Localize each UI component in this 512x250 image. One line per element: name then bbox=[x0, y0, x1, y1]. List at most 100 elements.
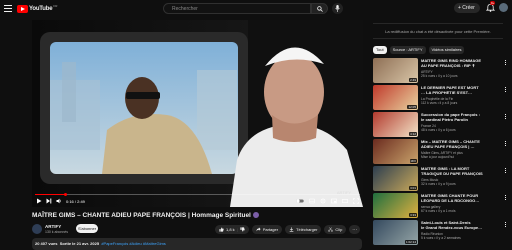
video-duration: 4:12 bbox=[409, 132, 417, 136]
create-button[interactable]: + Créer bbox=[454, 3, 480, 13]
recommendation-item[interactable]: 4:12 Succession du pape François : le card… bbox=[373, 112, 507, 140]
share-icon bbox=[256, 227, 261, 232]
more-options-icon[interactable] bbox=[504, 141, 506, 148]
like-count: 1,8 k bbox=[226, 227, 235, 232]
recommendation-title[interactable]: Mix – MAÎTRE GIMS – CHANTE ADIEU PAPE FRA… bbox=[421, 140, 501, 149]
video-thumbnail[interactable]: 2:49 bbox=[373, 58, 418, 83]
search-input[interactable]: Rechercher bbox=[163, 3, 311, 14]
share-button[interactable]: Partager bbox=[251, 225, 283, 234]
more-options-icon[interactable] bbox=[504, 168, 506, 175]
recommendation-item[interactable]: 2:49 MAÎTRE GIMS RIND HOMMAGE AU PAPE FRAN… bbox=[373, 58, 507, 86]
controls-right bbox=[296, 197, 359, 205]
subtitles-icon[interactable] bbox=[309, 198, 315, 204]
voice-search-button[interactable] bbox=[332, 3, 343, 14]
recommendation-meta: 25 k vues • il y a 10 jours bbox=[421, 74, 458, 78]
miniplayer-icon[interactable] bbox=[331, 198, 337, 204]
recommendation-title[interactable]: MAÎTRE GIMS : LA MORT TRAGIQUE DU PAPE FR… bbox=[421, 167, 501, 176]
recommendation-title-line: LÉOPARD DE LA RDCONGO… bbox=[421, 198, 480, 203]
youtube-play-icon bbox=[17, 4, 28, 13]
recommendation-title[interactable]: LE DERNIER PAPE EST MORT… LA PROPHÉTIE S… bbox=[421, 86, 501, 95]
youtube-logo[interactable]: YouTube FR bbox=[17, 4, 57, 13]
recommendation-title[interactable]: Succession du pape François : le cardinal… bbox=[421, 113, 501, 122]
fullscreen-icon[interactable] bbox=[353, 198, 359, 204]
recommendation-title-line: le Grand Rendez-vous Europe… bbox=[421, 225, 483, 230]
recommendation-meta: 32 k vues • il y a 9 jours bbox=[421, 182, 456, 186]
download-button[interactable]: Télécharger bbox=[285, 225, 322, 234]
more-options-icon[interactable] bbox=[504, 60, 506, 67]
search-icon bbox=[317, 6, 323, 12]
video-duration: 2:49 bbox=[409, 78, 417, 82]
clip-button[interactable]: Clip bbox=[324, 225, 347, 234]
video-duration: 1:02:14 bbox=[404, 240, 417, 244]
video-thumbnail[interactable]: 3:01 bbox=[373, 166, 418, 191]
recommendation-item[interactable]: MIX Mix – MAÎTRE GIMS – CHANTE ADIEU PAPE … bbox=[373, 139, 507, 167]
download-icon bbox=[289, 227, 294, 232]
recommendation-item[interactable]: 1:02:14 Saint-Louis et Saint-Denis le Gran… bbox=[373, 220, 507, 248]
video-thumbnail[interactable]: 1:02:14 bbox=[373, 220, 418, 245]
video-thumbnail[interactable]: 3:33 bbox=[373, 193, 418, 218]
logo-text: YouTube bbox=[29, 5, 53, 12]
chip-source[interactable]: Source : ARTIFY bbox=[389, 46, 426, 54]
description-box[interactable]: 20 407 vues Sortie le 21 avr. 2025 #Pape… bbox=[32, 238, 362, 250]
action-bar: 1,8 k | Partager Télécharger Clip ⋯ bbox=[215, 225, 361, 234]
recommendation-title[interactable]: MAÎTRE GIMS CHANTE POUR LÉOPARD DE LA RDC… bbox=[421, 194, 501, 203]
more-options-icon[interactable] bbox=[504, 114, 506, 121]
search-button[interactable] bbox=[311, 3, 328, 14]
hashtags[interactable]: #PapeFrançois #Adieu #MaîtreGims bbox=[101, 241, 165, 246]
more-options-icon[interactable] bbox=[504, 222, 506, 229]
recommendation-title[interactable]: Saint-Louis et Saint-Denis le Grand Rende… bbox=[421, 221, 501, 230]
chip-all[interactable]: Tout bbox=[373, 46, 387, 54]
recommendation-item[interactable]: 12:05 LE DERNIER PAPE EST MORT… LA PROPHÉ… bbox=[373, 85, 507, 113]
view-count: 20 407 vues bbox=[35, 241, 58, 246]
thumbs-down-icon[interactable] bbox=[240, 227, 245, 232]
channel-name[interactable]: ARTIFY bbox=[45, 224, 61, 229]
volume-icon[interactable] bbox=[56, 198, 62, 204]
microphone-icon bbox=[335, 5, 340, 12]
more-options-icon[interactable] bbox=[504, 195, 506, 202]
more-actions-button[interactable]: ⋯ bbox=[349, 225, 361, 234]
hamburger-menu-icon[interactable] bbox=[3, 3, 13, 13]
thumbs-up-icon bbox=[219, 227, 224, 232]
channel-subscribers: 130 k abonnés bbox=[45, 230, 68, 234]
subscribe-button[interactable]: S'abonner bbox=[76, 224, 98, 233]
more-options-icon[interactable] bbox=[504, 87, 506, 94]
video-thumbnail[interactable]: MIX bbox=[373, 139, 418, 164]
video-thumbnail[interactable]: 4:12 bbox=[373, 112, 418, 137]
recommendation-title[interactable]: MAÎTRE GIMS RIND HOMMAGE AU PAPE FRANÇOIS… bbox=[421, 59, 501, 68]
video-player[interactable]: ARTIFY 0:16 / 2:49 bbox=[32, 20, 363, 207]
theater-mode-icon[interactable] bbox=[342, 198, 348, 204]
progress-bar[interactable] bbox=[35, 193, 360, 196]
progress-fill bbox=[35, 194, 66, 195]
like-button[interactable]: 1,8 k | bbox=[215, 225, 249, 234]
recommendation-meta: 112 k vues • il y a 8 jours bbox=[421, 101, 458, 105]
play-icon[interactable] bbox=[36, 198, 42, 204]
recommendation-item[interactable]: 3:33 MAÎTRE GIMS CHANTE POUR LÉOPARD DE LA… bbox=[373, 193, 507, 221]
download-label: Télécharger bbox=[296, 227, 318, 232]
recommendation-meta: 67 k vues • il y a 1 mois bbox=[421, 209, 456, 213]
emoji-icon bbox=[252, 212, 259, 218]
autoplay-toggle-icon[interactable] bbox=[296, 198, 304, 204]
chip-related[interactable]: Vidéos similaires bbox=[428, 46, 465, 54]
filter-chips: Tout Source : ARTIFY Vidéos similaires bbox=[373, 46, 465, 54]
video-title-text: MAÎTRE GIMS – CHANTE ADIEU PAPE FRANÇOIS… bbox=[32, 212, 251, 219]
user-avatar[interactable] bbox=[499, 3, 508, 12]
chat-replay-notice: La rediffusion du chat a été désactivée … bbox=[373, 23, 503, 39]
top-bar: YouTube FR Rechercher + Créer 9+ bbox=[0, 0, 512, 17]
settings-gear-icon[interactable] bbox=[320, 198, 326, 204]
recommendation-meta: Mise à jour aujourd'hui bbox=[421, 155, 455, 159]
clip-label: Clip bbox=[335, 227, 343, 232]
recommendation-title-line: ADIEU PAPE FRANÇOIS | … bbox=[421, 144, 475, 149]
recommendation-title-line: … LA PROPHÉTIE S'EST… bbox=[421, 90, 473, 95]
time-display: 0:16 / 2:49 bbox=[66, 198, 85, 204]
recommendation-title-line: AU PAPE FRANÇOIS : RIP ✝ bbox=[421, 63, 476, 68]
video-duration: 12:05 bbox=[407, 105, 417, 109]
logo-country: FR bbox=[53, 4, 58, 8]
controls-left: 0:16 / 2:49 bbox=[36, 197, 85, 205]
scissors-icon bbox=[328, 227, 334, 232]
video-thumbnail[interactable]: 12:05 bbox=[373, 85, 418, 110]
channel-avatar[interactable] bbox=[32, 224, 42, 234]
recommendation-meta: 48 k vues • il y a 6 jours bbox=[421, 128, 456, 132]
next-icon[interactable] bbox=[46, 198, 52, 204]
video-title: MAÎTRE GIMS – CHANTE ADIEU PAPE FRANÇOIS… bbox=[32, 212, 362, 219]
recommendation-item[interactable]: 3:01 MAÎTRE GIMS : LA MORT TRAGIQUE DU PAP… bbox=[373, 166, 507, 194]
